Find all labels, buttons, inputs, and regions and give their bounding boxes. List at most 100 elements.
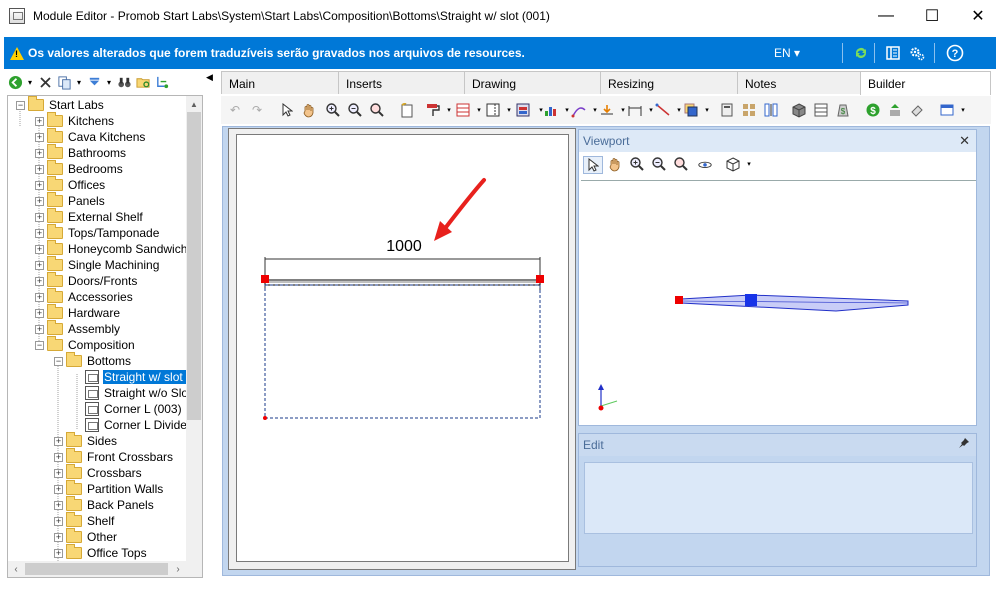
tree-item[interactable]: Straight w/ slot (: [73, 369, 192, 385]
window-layout-icon[interactable]: [939, 102, 955, 118]
orbit-eye-icon[interactable]: [697, 156, 713, 172]
tree-item[interactable]: + External Shelf: [35, 208, 144, 225]
zoom-in-icon[interactable]: [325, 102, 341, 118]
maximize-button[interactable]: ☐: [909, 0, 955, 32]
table-list-icon[interactable]: [813, 102, 829, 118]
tree-item[interactable]: − Bottoms: [54, 352, 132, 369]
resize-handle-right[interactable]: [536, 275, 544, 283]
expand-icon[interactable]: +: [35, 148, 44, 158]
move-down-icon[interactable]: [86, 74, 102, 90]
tree-item[interactable]: + Offices: [35, 176, 106, 193]
expand-icon[interactable]: +: [54, 484, 63, 494]
viewport-close-icon[interactable]: ✕: [959, 133, 970, 149]
chevron-down-icon[interactable]: ▾: [741, 156, 757, 172]
back-arrow-icon[interactable]: [7, 74, 23, 90]
scrollbar-thumb[interactable]: [25, 563, 168, 575]
resize-handle-left[interactable]: [261, 275, 269, 283]
tree-item[interactable]: − Composition: [35, 336, 136, 353]
horizontal-divider-icon[interactable]: [455, 102, 471, 118]
view-cube-icon[interactable]: [725, 156, 741, 172]
expand-icon[interactable]: +: [54, 516, 63, 526]
expand-icon[interactable]: +: [54, 500, 63, 510]
tree-item[interactable]: + Sides: [54, 432, 118, 449]
pan-hand-icon[interactable]: [301, 102, 317, 118]
zoom-out-icon[interactable]: [651, 156, 667, 172]
chevron-down-icon[interactable]: ▾: [699, 102, 715, 118]
expand-icon[interactable]: +: [35, 164, 44, 174]
tab-inserts[interactable]: Inserts: [338, 71, 465, 94]
tree-item[interactable]: + Bathrooms: [35, 144, 127, 161]
calculator-icon[interactable]: [719, 102, 735, 118]
chevron-down-icon[interactable]: ▾: [75, 74, 83, 90]
tree-item[interactable]: + Shelf: [54, 512, 115, 529]
find-binoculars-icon[interactable]: [116, 74, 132, 90]
expand-icon[interactable]: +: [35, 244, 44, 254]
close-button[interactable]: ✕: [955, 0, 1001, 32]
chevron-down-icon[interactable]: ▾: [105, 74, 113, 90]
tree-horizontal-scrollbar[interactable]: ‹ ›: [8, 561, 202, 577]
expand-icon[interactable]: +: [35, 324, 44, 334]
line-tool-icon[interactable]: [655, 102, 671, 118]
edit-properties-area[interactable]: [584, 462, 973, 534]
panel-body-outline[interactable]: [264, 284, 541, 419]
expand-icon[interactable]: +: [35, 260, 44, 270]
pan-hand-icon[interactable]: [607, 156, 623, 172]
expand-icon[interactable]: +: [35, 116, 44, 126]
chart-object-icon[interactable]: [543, 102, 559, 118]
tree-item[interactable]: + Partition Walls: [54, 480, 164, 497]
tree-item[interactable]: + Tops/Tamponade: [35, 224, 160, 241]
tree-item[interactable]: + Back Panels: [54, 496, 155, 513]
box-3d-icon[interactable]: [791, 102, 807, 118]
tab-drawing[interactable]: Drawing: [464, 71, 601, 94]
collapse-icon[interactable]: −: [16, 100, 25, 110]
expand-icon[interactable]: +: [35, 196, 44, 206]
tree-item[interactable]: + Front Crossbars: [54, 448, 174, 465]
tab-main[interactable]: Main: [221, 71, 339, 94]
expand-icon[interactable]: +: [35, 292, 44, 302]
zoom-fit-icon[interactable]: [369, 102, 385, 118]
vertical-panel-icon[interactable]: [485, 102, 501, 118]
expand-icon[interactable]: +: [35, 132, 44, 142]
tree-item[interactable]: Straight w/o Slot: [73, 385, 192, 401]
insert-point-icon[interactable]: [599, 102, 615, 118]
expand-icon[interactable]: +: [54, 548, 63, 558]
select-pointer-icon[interactable]: [583, 156, 603, 174]
refresh-icon[interactable]: [852, 44, 870, 62]
tree-item[interactable]: + Assembly: [35, 320, 121, 337]
grid-pieces-icon[interactable]: [741, 102, 757, 118]
tree-item[interactable]: + Single Machining: [35, 256, 160, 273]
minimize-button[interactable]: —: [863, 0, 909, 32]
scroll-left-arrow-icon[interactable]: ‹: [8, 561, 24, 577]
tab-resizing[interactable]: Resizing: [600, 71, 738, 94]
copy-icon[interactable]: [56, 74, 72, 90]
dimension-icon[interactable]: [627, 102, 643, 118]
help-icon[interactable]: ?: [946, 44, 964, 62]
zoom-fit-icon[interactable]: [673, 156, 689, 172]
expand-icon[interactable]: +: [54, 452, 63, 462]
connector-icon[interactable]: [571, 102, 587, 118]
tree-item[interactable]: − Start Labs: [16, 96, 105, 113]
tree-item[interactable]: + Office Tops: [54, 544, 148, 561]
tree-sync-icon[interactable]: [154, 74, 170, 90]
split-columns-icon[interactable]: [763, 102, 779, 118]
undo-icon[interactable]: ↶: [227, 102, 243, 118]
scroll-up-arrow-icon[interactable]: ▲: [186, 96, 202, 112]
viewport-handle-red[interactable]: [675, 296, 683, 304]
tree-item[interactable]: + Panels: [35, 192, 106, 209]
eraser-icon[interactable]: [909, 102, 925, 118]
zoom-out-icon[interactable]: [347, 102, 363, 118]
expand-icon[interactable]: +: [35, 308, 44, 318]
drawer-icon[interactable]: [515, 102, 531, 118]
tab-builder[interactable]: Builder: [860, 71, 991, 95]
redo-icon[interactable]: ↷: [249, 102, 265, 118]
price-bag-icon[interactable]: $: [835, 102, 851, 118]
collapse-icon[interactable]: −: [35, 340, 44, 350]
splitter-collapse-arrow-icon[interactable]: ◀: [206, 72, 213, 83]
new-item-icon[interactable]: [399, 102, 415, 118]
tree-item[interactable]: + Crossbars: [54, 464, 143, 481]
tree-item[interactable]: + Doors/Fronts: [35, 272, 138, 289]
tree-item[interactable]: + Hardware: [35, 304, 121, 321]
expand-icon[interactable]: +: [54, 532, 63, 542]
tree-item[interactable]: + Kitchens: [35, 112, 115, 129]
scrollbar-thumb[interactable]: [187, 112, 201, 420]
